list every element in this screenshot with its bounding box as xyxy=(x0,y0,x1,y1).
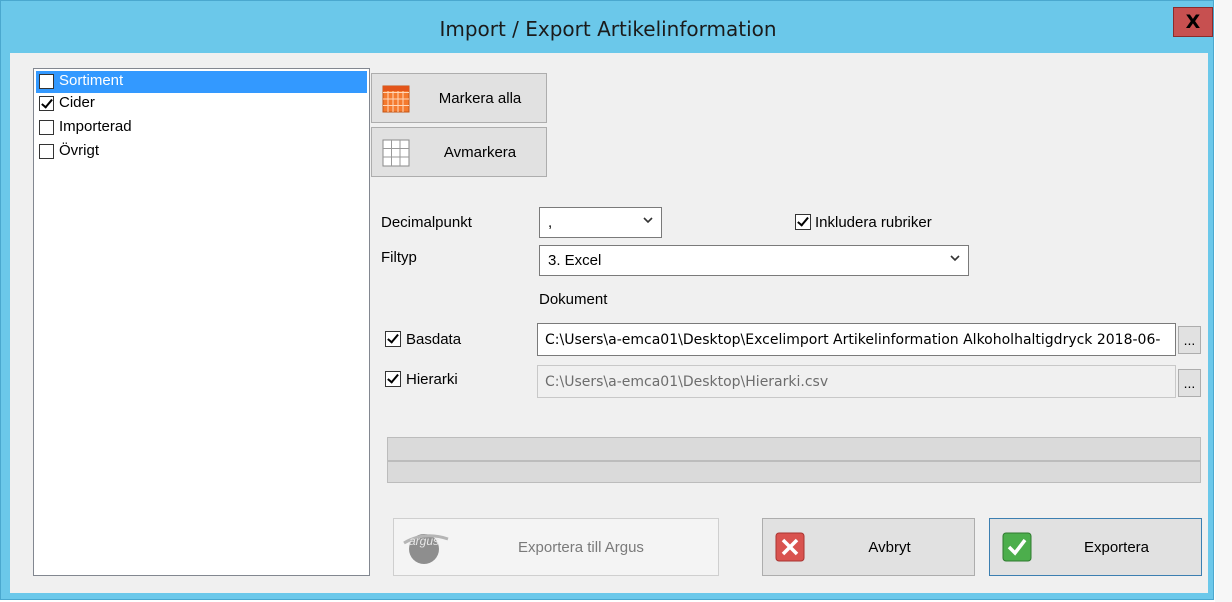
checkmark-icon xyxy=(1002,532,1032,562)
category-label: Importerad xyxy=(59,118,132,135)
category-item-importerad[interactable]: Importerad xyxy=(36,117,367,139)
basdata-checkbox[interactable] xyxy=(385,331,401,347)
category-item-cider[interactable]: Cider xyxy=(36,93,367,115)
grid-filled-icon xyxy=(382,85,410,113)
decimal-label: Decimalpunkt xyxy=(381,214,472,231)
include-headers-checkbox[interactable] xyxy=(795,214,811,230)
close-button[interactable]: X xyxy=(1173,7,1213,37)
argus-logo-icon: argus xyxy=(403,534,449,564)
chevron-down-icon xyxy=(643,217,653,224)
category-checkbox[interactable] xyxy=(39,96,54,111)
cancel-x-icon xyxy=(775,532,805,562)
category-item-sortiment[interactable]: Sortiment xyxy=(36,71,367,93)
hierarki-browse-button[interactable]: ... xyxy=(1178,369,1201,397)
basdata-path-input[interactable]: C:\Users\a-emca01\Desktop\Excelimport Ar… xyxy=(537,323,1176,356)
export-argus-button[interactable]: argus Exportera till Argus xyxy=(393,518,719,576)
filetype-select[interactable]: 3. Excel xyxy=(539,245,969,276)
deselect-label: Avmarkera xyxy=(443,143,517,161)
include-headers-label: Inkludera rubriker xyxy=(815,214,932,231)
title-bar: Import / Export Artikelinformation X xyxy=(1,1,1215,53)
grid-empty-icon xyxy=(382,139,410,167)
background-window-edge xyxy=(1215,0,1232,602)
window-title: Import / Export Artikelinformation xyxy=(439,17,777,41)
basdata-browse-button[interactable]: ... xyxy=(1178,326,1201,354)
progress-bar-upper xyxy=(387,437,1201,461)
category-label: Sortiment xyxy=(59,72,124,89)
document-heading: Dokument xyxy=(539,291,608,308)
category-checkbox[interactable] xyxy=(39,120,54,135)
filetype-label: Filtyp xyxy=(381,249,417,266)
cancel-button[interactable]: Avbryt xyxy=(762,518,975,576)
category-label: Övrigt xyxy=(59,142,100,159)
filetype-value: 3. Excel xyxy=(548,252,602,269)
category-checkbox[interactable] xyxy=(39,144,54,159)
select-all-label: Markera alla xyxy=(438,89,522,107)
hierarki-checkbox[interactable] xyxy=(385,371,401,387)
export-button[interactable]: Exportera xyxy=(989,518,1202,576)
hierarki-label: Hierarki xyxy=(406,371,458,388)
basdata-label: Basdata xyxy=(406,331,462,348)
argus-logo-text: argus xyxy=(409,534,439,548)
hierarki-path-input[interactable]: C:\Users\a-emca01\Desktop\Hierarki.csv xyxy=(537,365,1176,398)
close-icon[interactable]: X xyxy=(1174,8,1212,36)
select-all-button[interactable]: Markera alla xyxy=(371,73,547,123)
decimal-select[interactable]: , xyxy=(539,207,662,238)
category-item-ovrigt[interactable]: Övrigt xyxy=(36,141,367,163)
category-checkbox[interactable] xyxy=(39,74,54,89)
export-argus-label: Exportera till Argus xyxy=(518,538,644,556)
export-label: Exportera xyxy=(1083,538,1150,556)
progress-bar-lower xyxy=(387,461,1201,483)
deselect-button[interactable]: Avmarkera xyxy=(371,127,547,177)
decimal-value: , xyxy=(548,214,553,231)
cancel-label: Avbryt xyxy=(868,538,911,556)
category-label: Cider xyxy=(59,94,95,111)
category-checklist[interactable]: Sortiment Cider Importerad Övrigt xyxy=(33,68,370,576)
dialog-window: Import / Export Artikelinformation X Sor… xyxy=(0,0,1214,600)
dialog-client-area: Sortiment Cider Importerad Övrigt Marker… xyxy=(10,53,1208,593)
chevron-down-icon xyxy=(950,255,960,262)
